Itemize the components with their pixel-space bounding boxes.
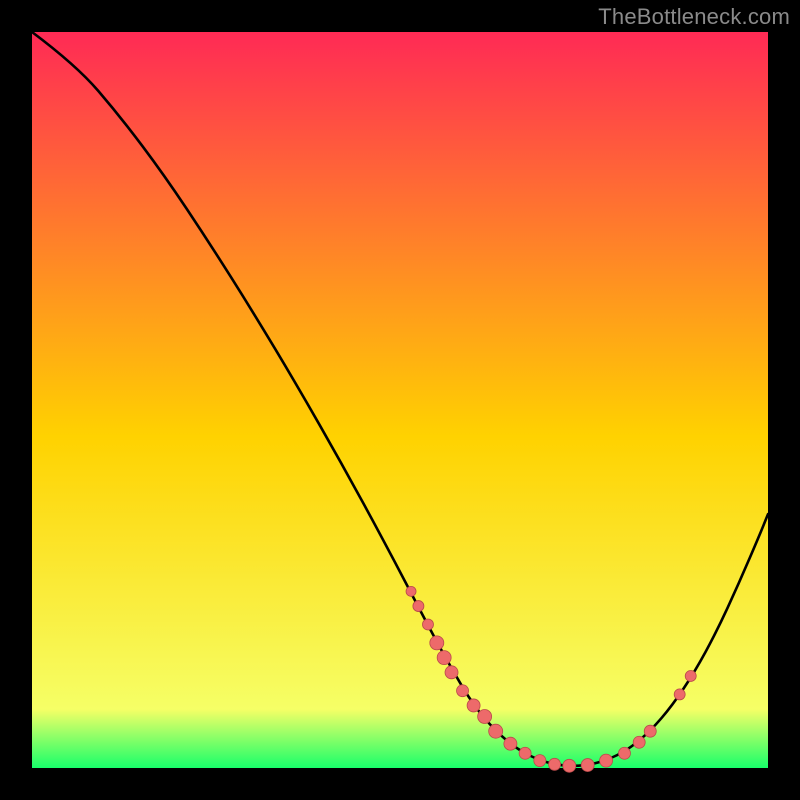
- curve-marker: [445, 666, 458, 679]
- curve-marker: [504, 737, 517, 750]
- curve-marker: [633, 736, 645, 748]
- curve-marker: [549, 758, 561, 770]
- curve-marker: [489, 724, 503, 738]
- curve-marker: [685, 671, 696, 682]
- curve-marker: [457, 685, 469, 697]
- chart-frame: { "attribution": "TheBottleneck.com", "c…: [0, 0, 800, 800]
- curve-marker: [430, 636, 444, 650]
- curve-marker: [674, 689, 685, 700]
- curve-marker: [467, 699, 480, 712]
- curve-marker: [413, 601, 424, 612]
- curve-marker: [618, 747, 630, 759]
- curve-marker: [563, 759, 576, 772]
- curve-marker: [406, 586, 416, 596]
- curve-marker: [534, 755, 546, 767]
- plot-background: [32, 32, 768, 768]
- curve-marker: [437, 651, 451, 665]
- chart-svg: [0, 0, 800, 800]
- curve-marker: [519, 747, 531, 759]
- curve-marker: [644, 725, 656, 737]
- curve-marker: [581, 759, 594, 772]
- curve-marker: [478, 709, 492, 723]
- curve-marker: [600, 754, 613, 767]
- curve-marker: [422, 619, 433, 630]
